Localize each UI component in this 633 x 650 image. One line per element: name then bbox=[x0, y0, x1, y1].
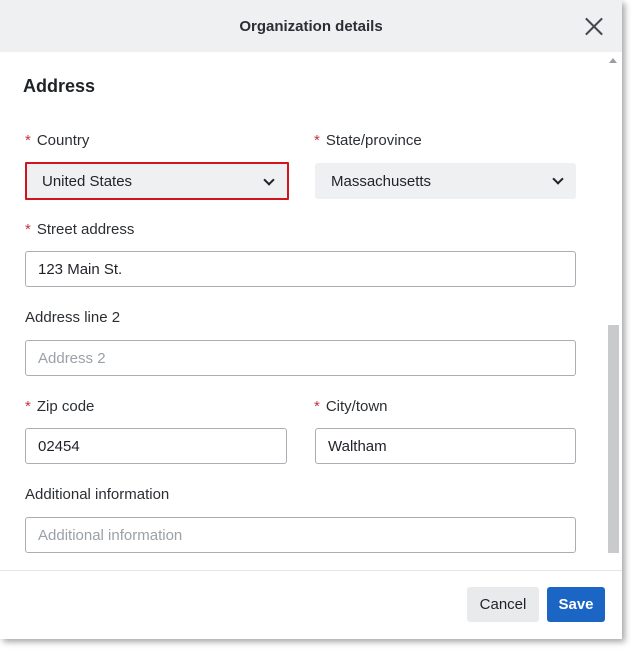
city-label-text: City/town bbox=[325, 398, 388, 415]
dialog-body[interactable]: Address * Country United States * State/pr… bbox=[0, 52, 622, 570]
zip-label: * Zip code bbox=[25, 398, 94, 415]
country-label: * Country bbox=[25, 132, 89, 149]
chevron-down-icon bbox=[263, 174, 275, 186]
required-marker: * bbox=[314, 132, 320, 149]
dialog-footer: Cancel Save bbox=[0, 570, 622, 639]
street-label: * Street address bbox=[25, 221, 134, 238]
dialog-header: Organization details bbox=[0, 0, 622, 52]
state-label: * State/province bbox=[314, 132, 422, 149]
dialog-title: Organization details bbox=[239, 17, 383, 35]
state-select-value: Massachusetts bbox=[331, 172, 432, 190]
required-marker: * bbox=[25, 221, 31, 238]
organization-details-dialog: Organization details Address * Country Un… bbox=[0, 0, 622, 639]
state-select[interactable]: Massachusetts bbox=[315, 163, 576, 199]
state-label-text: State/province bbox=[325, 132, 422, 149]
scroll-up-icon[interactable] bbox=[609, 58, 617, 63]
city-label: * City/town bbox=[314, 398, 388, 415]
city-input[interactable] bbox=[315, 428, 576, 464]
street-address-input[interactable] bbox=[25, 251, 576, 287]
address2-label: Address line 2 bbox=[25, 309, 121, 326]
required-marker: * bbox=[314, 398, 320, 415]
required-marker: * bbox=[25, 132, 31, 149]
scrollbar-thumb[interactable] bbox=[608, 325, 619, 553]
save-button[interactable]: Save bbox=[547, 587, 605, 622]
country-select-value: United States bbox=[42, 172, 133, 190]
required-marker: * bbox=[25, 398, 31, 415]
country-select[interactable]: United States bbox=[25, 162, 289, 200]
chevron-down-icon bbox=[552, 173, 564, 185]
country-label-text: Country bbox=[36, 132, 90, 149]
section-title-address: Address bbox=[23, 76, 96, 96]
zip-label-text: Zip code bbox=[36, 398, 95, 415]
address2-input[interactable] bbox=[25, 340, 576, 376]
scrollbar[interactable] bbox=[606, 52, 620, 570]
street-label-text: Street address bbox=[36, 221, 135, 238]
zip-code-input[interactable] bbox=[25, 428, 287, 464]
close-icon[interactable] bbox=[584, 16, 604, 36]
additional-info-input[interactable] bbox=[25, 517, 576, 553]
cancel-button[interactable]: Cancel bbox=[467, 587, 539, 622]
additional-info-label: Additional information bbox=[25, 486, 170, 503]
